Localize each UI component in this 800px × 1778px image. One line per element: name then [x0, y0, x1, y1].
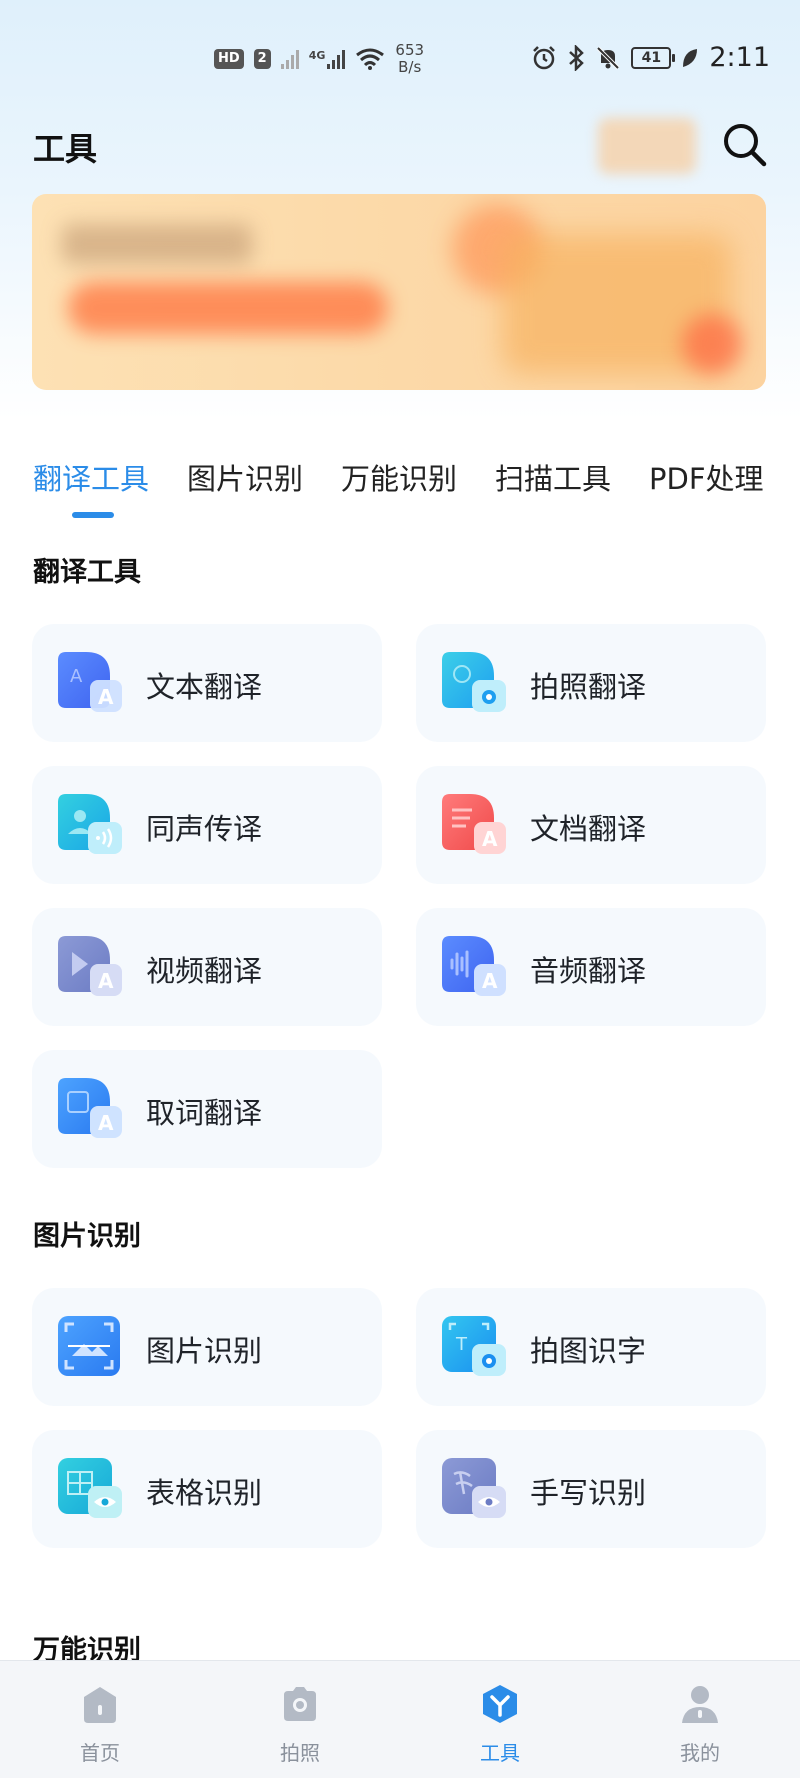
tool-card-label: 音频翻译 — [530, 954, 647, 988]
tool-card-photo-translate[interactable]: 拍照翻译 — [416, 624, 766, 742]
tab-universal-recognition[interactable]: 万能识别 — [341, 456, 457, 498]
svg-text:A: A — [98, 685, 114, 709]
home-icon — [84, 1687, 116, 1723]
tool-card-label: 手写识别 — [530, 1476, 647, 1510]
tool-card-photo-ocr[interactable]: T 拍图识字 — [416, 1288, 766, 1406]
tab-pdf-processing[interactable]: PDF处理 — [649, 456, 764, 498]
section-title-image-recognition: 图片识别 — [33, 1221, 141, 1252]
nav-tools[interactable]: 工具 — [400, 1661, 600, 1778]
category-tabs: 翻译工具 图片识别 万能识别 扫描工具 PDF处理 — [0, 456, 800, 526]
word-pick-translate-icon: A — [58, 1078, 122, 1138]
photo-ocr-icon: T — [442, 1316, 506, 1376]
svg-text:A: A — [482, 827, 498, 851]
video-translate-icon: A — [58, 936, 122, 996]
photo-translate-icon — [442, 652, 506, 712]
nav-camera[interactable]: 拍照 — [200, 1661, 400, 1778]
tool-card-simultaneous-interpret[interactable]: 同声传译 — [32, 766, 382, 884]
table-recognize-icon — [58, 1458, 122, 1518]
camera-icon — [284, 1687, 316, 1721]
tool-card-handwriting-recognize[interactable]: 手写识别 — [416, 1430, 766, 1548]
nav-profile[interactable]: 我的 — [600, 1661, 800, 1778]
tab-image-recognition[interactable]: 图片识别 — [187, 456, 303, 498]
audio-translate-icon: A — [442, 936, 506, 996]
tool-card-label: 同声传译 — [146, 812, 263, 846]
simultaneous-interpret-icon — [58, 794, 122, 854]
signal-sim1-icon — [280, 49, 299, 69]
status-bar: HD 2 4G 653 B/s 41 2:11 — [0, 0, 800, 100]
tool-card-label: 拍照翻译 — [530, 670, 647, 704]
active-tab-indicator — [72, 512, 114, 518]
svg-text:A: A — [482, 969, 498, 993]
nav-label: 我的 — [680, 1741, 720, 1765]
svg-text:A: A — [70, 666, 83, 687]
app-header: 工具 — [0, 110, 800, 180]
image-recognize-icon — [58, 1316, 120, 1376]
tool-card-label: 文本翻译 — [146, 670, 263, 704]
mute-notification-icon — [596, 46, 620, 69]
document-translate-icon: A — [442, 794, 506, 854]
sim-badge: 2 — [253, 49, 271, 69]
nav-home[interactable]: 首页 — [0, 1661, 200, 1778]
profile-icon — [682, 1686, 718, 1723]
page-title: 工具 — [33, 130, 98, 168]
nav-label: 工具 — [480, 1741, 520, 1765]
promo-banner[interactable] — [32, 194, 766, 390]
svg-text:A: A — [98, 969, 114, 993]
svg-text:T: T — [455, 1334, 468, 1355]
tab-scan-tools[interactable]: 扫描工具 — [495, 456, 611, 498]
bluetooth-icon — [569, 44, 585, 71]
bottom-navigation: 首页 拍照 工具 我的 — [0, 1660, 800, 1778]
battery-icon: 41 — [631, 46, 676, 69]
nav-label: 首页 — [80, 1741, 120, 1765]
nav-label: 拍照 — [280, 1741, 320, 1765]
hd-badge: HD — [214, 49, 244, 69]
network-type-label: 4G — [308, 49, 326, 62]
wifi-icon — [356, 48, 385, 70]
tool-card-label: 取词翻译 — [146, 1096, 263, 1130]
tool-card-label: 拍图识字 — [530, 1334, 647, 1368]
status-right: 41 2:11 — [531, 42, 770, 73]
tool-card-image-recognize[interactable]: 图片识别 — [32, 1288, 382, 1406]
tool-card-video-translate[interactable]: A 视频翻译 — [32, 908, 382, 1026]
tool-card-text-translate[interactable]: A A 文本翻译 — [32, 624, 382, 742]
alarm-icon — [533, 45, 556, 69]
svg-text:A: A — [98, 1111, 114, 1135]
tool-card-label: 图片识别 — [146, 1334, 263, 1368]
clock: 2:11 — [709, 42, 770, 73]
status-left: HD 2 4G 653 B/s — [214, 42, 424, 76]
tools-icon — [483, 1685, 517, 1723]
banner-blur-title — [62, 224, 252, 264]
leaf-icon — [683, 48, 698, 67]
tool-card-label: 表格识别 — [146, 1476, 263, 1510]
network-speed-value: 653 — [395, 41, 425, 59]
vip-badge-blurred[interactable] — [598, 118, 696, 174]
search-icon[interactable] — [722, 122, 768, 168]
network-speed-unit: B/s — [398, 58, 422, 76]
tool-card-word-pick-translate[interactable]: A 取词翻译 — [32, 1050, 382, 1168]
tool-card-table-recognize[interactable]: 表格识别 — [32, 1430, 382, 1548]
tool-card-audio-translate[interactable]: A 音频翻译 — [416, 908, 766, 1026]
handwriting-recognize-icon — [442, 1458, 506, 1518]
section-title-translate: 翻译工具 — [33, 557, 141, 588]
tab-translate-tools[interactable]: 翻译工具 — [33, 456, 149, 498]
signal-sim2-icon: 4G — [309, 49, 346, 69]
banner-blur-button — [68, 282, 388, 334]
banner-blur-dot — [682, 314, 742, 374]
tool-card-label: 文档翻译 — [530, 812, 647, 846]
network-speed: 653 B/s — [395, 42, 424, 76]
tool-card-document-translate[interactable]: A 文档翻译 — [416, 766, 766, 884]
text-translate-icon: A A — [58, 652, 122, 712]
tool-card-label: 视频翻译 — [146, 954, 263, 988]
